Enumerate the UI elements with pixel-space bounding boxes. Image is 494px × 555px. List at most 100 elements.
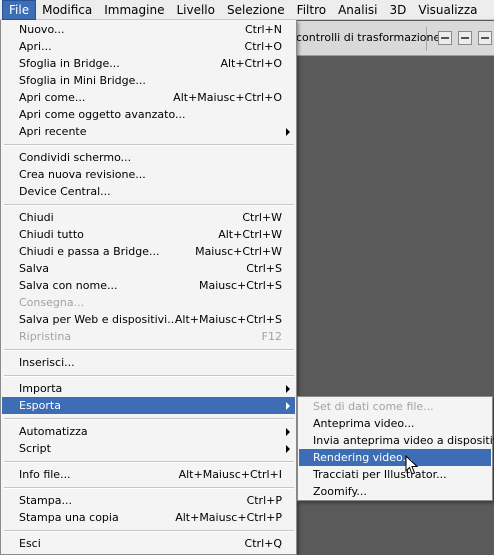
- transform-controls-label[interactable]: controlli di trasformazione: [296, 31, 440, 44]
- menu-item-device-central[interactable]: Device Central...: [2, 183, 295, 200]
- menu-item-shortcut: Ctrl+W: [242, 211, 282, 224]
- menu-item-label: Automatizza: [19, 425, 88, 438]
- export-item-tracciati-per-illustrator[interactable]: Tracciati per Illustrator...: [299, 466, 491, 483]
- menu-item-label: Salva per Web e dispositivi...: [19, 313, 178, 326]
- menu-item-apri[interactable]: Apri... Ctrl+O: [2, 38, 295, 55]
- menu-item-shortcut: Ctrl+N: [244, 23, 282, 36]
- menu-item-ripristina: Ripristina F12: [2, 328, 295, 345]
- menu-item-label: Apri come oggetto avanzato...: [19, 108, 186, 121]
- menu-item-label: Esci: [19, 537, 41, 550]
- menu-item-apri-recente[interactable]: Apri recente: [2, 123, 295, 140]
- menu-item-chiudi[interactable]: Chiudi Ctrl+W: [2, 209, 295, 226]
- menu-item-label: Apri...: [19, 40, 52, 53]
- menubar-item-modifica[interactable]: Modifica: [36, 0, 98, 20]
- align-top-icon[interactable]: [438, 31, 452, 45]
- menu-item-label: Condividi schermo...: [19, 151, 132, 164]
- menu-item-shortcut: Alt+Maiusc+Ctrl+P: [175, 511, 282, 524]
- menu-item-salva-con-nome[interactable]: Salva con nome... Maiusc+Ctrl+S: [2, 277, 295, 294]
- menu-divider: [4, 204, 294, 206]
- export-item-label: Anteprima video...: [313, 417, 415, 430]
- menu-item-chiudi-e-passa-a-bridge[interactable]: Chiudi e passa a Bridge... Maiusc+Ctrl+W: [2, 243, 295, 260]
- menu-divider: [4, 375, 294, 377]
- menu-divider: [4, 487, 294, 489]
- export-item-label: Zoomify...: [313, 485, 367, 498]
- menu-item-script[interactable]: Script: [2, 440, 295, 457]
- menubar-item-livello[interactable]: Livello: [170, 0, 221, 20]
- submenu-arrow-icon: [286, 445, 290, 453]
- menu-item-shortcut: Alt+Ctrl+W: [218, 228, 282, 241]
- menu-item-shortcut: Ctrl+O: [244, 40, 282, 53]
- menu-item-label: Nuovo...: [19, 23, 65, 36]
- menu-item-label: Esporta: [19, 399, 61, 412]
- menu-item-shortcut: Alt+Ctrl+O: [220, 57, 282, 70]
- menu-item-esci[interactable]: Esci Ctrl+Q: [2, 535, 295, 552]
- align-bottom-icon[interactable]: [478, 31, 492, 45]
- menu-item-consegna: Consegna...: [2, 294, 295, 311]
- menu-item-importa[interactable]: Importa: [2, 380, 295, 397]
- menubar-item-file[interactable]: File: [2, 0, 37, 20]
- menubar-item-analisi[interactable]: Analisi: [332, 0, 383, 20]
- menu-divider: [4, 349, 294, 351]
- menu-divider: [4, 418, 294, 420]
- export-item-invia-anteprima-video-a-dispositivo[interactable]: Invia anteprima video a dispositivo: [299, 432, 494, 449]
- menu-item-shortcut: Maiusc+Ctrl+W: [195, 245, 282, 258]
- menu-item-salva[interactable]: Salva Ctrl+S: [2, 260, 295, 277]
- menu-item-label: Inserisci...: [19, 356, 75, 369]
- menu-bar: File Modifica Immagine Livello Selezione Filt…: [0, 0, 494, 20]
- export-item-label: Set di dati come file...: [313, 400, 434, 413]
- menu-item-label: Stampa una copia: [19, 511, 119, 524]
- menubar-item-selezione[interactable]: Selezione: [221, 0, 291, 20]
- align-vertical-center-icon[interactable]: [458, 31, 472, 45]
- menu-item-label: Script: [19, 442, 51, 455]
- export-item-label: Rendering video...: [313, 451, 414, 464]
- menu-item-salva-per-web-e-dispositivi[interactable]: Salva per Web e dispositivi... Alt+Maiusc…: [2, 311, 295, 328]
- menu-item-automatizza[interactable]: Automatizza: [2, 423, 295, 440]
- menu-item-stampa-una-copia[interactable]: Stampa una copia Alt+Maiusc+Ctrl+P: [2, 509, 295, 526]
- menu-item-esporta[interactable]: Esporta: [2, 397, 295, 414]
- menu-item-label: Apri come...: [19, 91, 86, 104]
- submenu-arrow-icon: [286, 428, 290, 436]
- menu-item-sfoglia-in-bridge[interactable]: Sfoglia in Bridge... Alt+Ctrl+O: [2, 55, 295, 72]
- submenu-arrow-icon: [286, 128, 290, 136]
- menu-divider: [4, 144, 294, 146]
- menu-item-condividi-schermo[interactable]: Condividi schermo...: [2, 149, 295, 166]
- menu-item-shortcut: Alt+Maiusc+Ctrl+S: [174, 313, 282, 326]
- menu-item-sfoglia-in-mini-bridge[interactable]: Sfoglia in Mini Bridge...: [2, 72, 295, 89]
- menu-item-crea-nuova-revisione[interactable]: Crea nuova revisione...: [2, 166, 295, 183]
- export-item-set-di-dati-come-file: Set di dati come file...: [299, 398, 491, 415]
- menu-item-nuovo[interactable]: Nuovo... Ctrl+N: [2, 21, 295, 38]
- options-separator: [426, 27, 427, 51]
- menu-item-label: Sfoglia in Mini Bridge...: [19, 74, 146, 87]
- submenu-arrow-icon: [286, 402, 290, 410]
- file-menu-dropdown: Nuovo... Ctrl+N Apri... Ctrl+O Sfoglia in Br…: [0, 20, 297, 555]
- export-item-anteprima-video[interactable]: Anteprima video...: [299, 415, 491, 432]
- menu-item-label: Ripristina: [19, 330, 72, 343]
- menubar-item-immagine[interactable]: Immagine: [98, 0, 170, 20]
- menu-item-label: Device Central...: [19, 185, 111, 198]
- menu-item-label: Chiudi: [19, 211, 54, 224]
- menu-item-label: Info file...: [19, 468, 71, 481]
- menu-item-stampa[interactable]: Stampa... Ctrl+P: [2, 492, 295, 509]
- menu-item-info-file[interactable]: Info file... Alt+Maiusc+Ctrl+I: [2, 466, 295, 483]
- export-item-label: Tracciati per Illustrator...: [313, 468, 447, 481]
- menu-item-label: Stampa...: [19, 494, 72, 507]
- export-item-label: Invia anteprima video a dispositivo: [313, 434, 494, 447]
- menubar-item-visualizza[interactable]: Visualizza: [412, 0, 483, 20]
- menu-item-chiudi-tutto[interactable]: Chiudi tutto Alt+Ctrl+W: [2, 226, 295, 243]
- menu-item-shortcut: Alt+Maiusc+Ctrl+O: [173, 91, 282, 104]
- export-item-zoomify[interactable]: Zoomify...: [299, 483, 491, 500]
- menu-item-shortcut: Ctrl+P: [246, 494, 282, 507]
- menu-item-apri-come-oggetto-avanzato[interactable]: Apri come oggetto avanzato...: [2, 106, 295, 123]
- menubar-item-3d[interactable]: 3D: [384, 0, 413, 20]
- menu-item-apri-come[interactable]: Apri come... Alt+Maiusc+Ctrl+O: [2, 89, 295, 106]
- menu-item-label: Importa: [19, 382, 63, 395]
- menu-item-shortcut: Ctrl+Q: [244, 537, 282, 550]
- menu-item-label: Apri recente: [19, 125, 87, 138]
- export-item-rendering-video[interactable]: Rendering video...: [299, 449, 491, 466]
- mouse-cursor-icon: [405, 455, 419, 475]
- menu-divider: [4, 461, 294, 463]
- menu-item-inserisci[interactable]: Inserisci...: [2, 354, 295, 371]
- menubar-item-filtro[interactable]: Filtro: [291, 0, 332, 20]
- menu-item-shortcut: F12: [261, 330, 282, 343]
- submenu-arrow-icon: [286, 385, 290, 393]
